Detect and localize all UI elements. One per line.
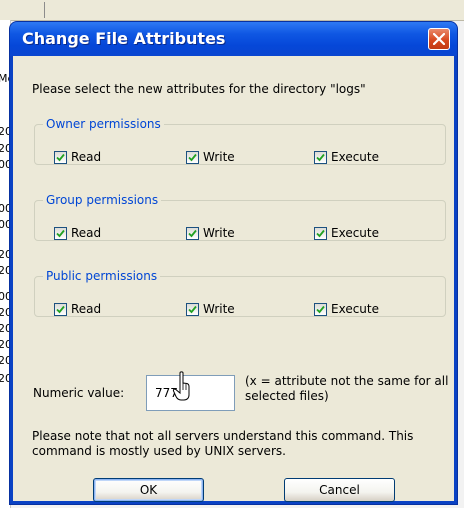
numeric-value-note: (x = attribute not the same for all sele…	[245, 374, 449, 403]
public-execute-checkbox[interactable]	[314, 303, 327, 316]
checkmark-icon	[188, 153, 197, 162]
checkmark-icon	[316, 153, 325, 162]
dialog-body: Please select the new attributes for the…	[13, 56, 454, 502]
toolbar-separator	[44, 2, 45, 18]
group-legend: Public permissions	[46, 269, 158, 283]
checkmark-icon	[316, 229, 325, 238]
ok-button[interactable]: OK	[93, 478, 204, 502]
change-file-attributes-dialog: Change File Attributes Please select the…	[10, 22, 457, 504]
checkmark-icon	[56, 229, 65, 238]
dialog-title-bar[interactable]: Change File Attributes	[10, 22, 457, 56]
public-permissions-group: Public permissions Read Write Execute	[34, 269, 446, 317]
owner-read-checkbox[interactable]	[54, 151, 67, 164]
public-write-label[interactable]: Write	[203, 302, 235, 316]
group-write-checkbox[interactable]	[186, 227, 199, 240]
checkmark-icon	[188, 229, 197, 238]
owner-execute-checkbox[interactable]	[314, 151, 327, 164]
owner-permissions-group: Owner permissions Read Write Execute	[34, 117, 446, 165]
owner-write-checkbox[interactable]	[186, 151, 199, 164]
group-read-label[interactable]: Read	[71, 226, 101, 240]
owner-read-label[interactable]: Read	[71, 150, 101, 164]
group-read-checkbox[interactable]	[54, 227, 67, 240]
server-note: Please note that not all servers underst…	[32, 429, 414, 458]
group-legend: Group permissions	[46, 193, 159, 207]
public-write-checkbox[interactable]	[186, 303, 199, 316]
numeric-value-label: Numeric value:	[33, 386, 125, 400]
owner-write-label[interactable]: Write	[203, 150, 235, 164]
close-button[interactable]	[428, 28, 450, 50]
checkmark-icon	[316, 305, 325, 314]
intro-text: Please select the new attributes for the…	[32, 82, 366, 96]
cancel-button[interactable]: Cancel	[284, 478, 395, 502]
public-read-checkbox[interactable]	[54, 303, 67, 316]
public-read-label[interactable]: Read	[71, 302, 101, 316]
checkmark-icon	[188, 305, 197, 314]
group-permissions-group: Group permissions Read Write Execute	[34, 193, 446, 241]
owner-execute-label[interactable]: Execute	[331, 150, 379, 164]
public-execute-label[interactable]: Execute	[331, 302, 379, 316]
group-execute-checkbox[interactable]	[314, 227, 327, 240]
group-legend: Owner permissions	[46, 117, 161, 131]
mouse-cursor-icon	[172, 371, 190, 401]
group-execute-label[interactable]: Execute	[331, 226, 379, 240]
dialog-title: Change File Attributes	[22, 29, 226, 48]
background-toolbar	[0, 0, 464, 21]
checkmark-icon	[56, 305, 65, 314]
checkmark-icon	[56, 153, 65, 162]
close-icon	[433, 33, 445, 45]
group-write-label[interactable]: Write	[203, 226, 235, 240]
